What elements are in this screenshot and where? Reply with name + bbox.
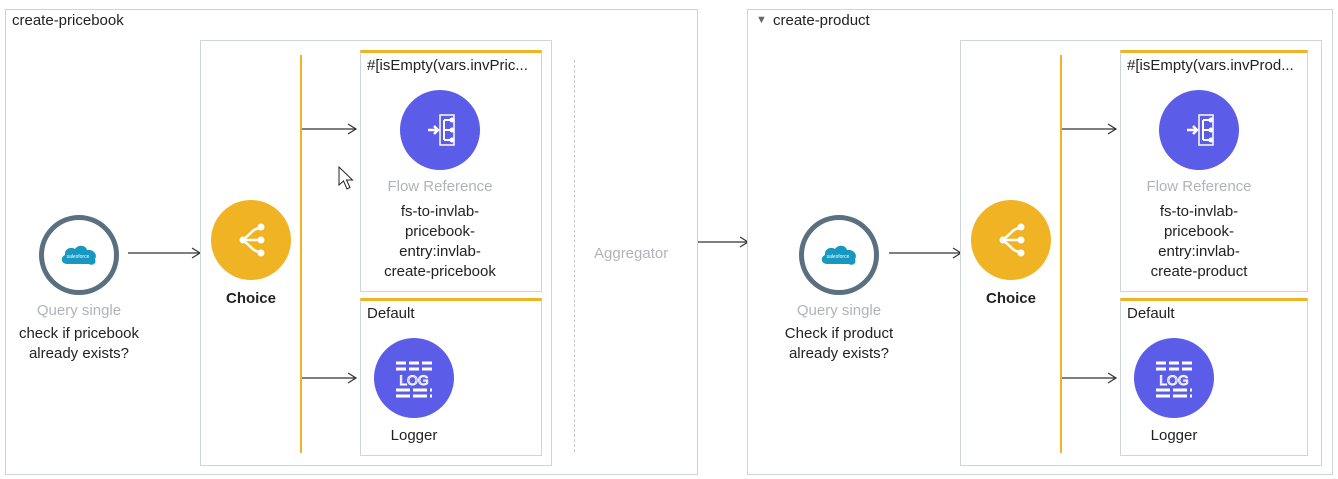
collapse-arrow-icon[interactable]: ▼ bbox=[756, 14, 767, 26]
route-default-label: Default bbox=[367, 305, 415, 322]
salesforce-cloud-icon: salesforce bbox=[61, 245, 96, 265]
arrow-to-route-default bbox=[1062, 372, 1118, 384]
query-type-label: Query single bbox=[796, 302, 882, 319]
choice-branch-line bbox=[300, 55, 302, 453]
arrow-query-to-choice bbox=[889, 247, 963, 259]
arrow-to-route-1 bbox=[302, 123, 358, 135]
choice-node[interactable] bbox=[211, 200, 291, 280]
choice-branch-line bbox=[1060, 55, 1062, 453]
salesforce-text: salesforce bbox=[827, 254, 850, 260]
aggregator-label[interactable]: Aggregator bbox=[594, 245, 668, 262]
query-type-label: Query single bbox=[36, 302, 122, 319]
salesforce-query-node[interactable]: salesforce bbox=[39, 215, 119, 295]
flow-title[interactable]: create-pricebook bbox=[12, 12, 124, 29]
arrow-to-route-default bbox=[302, 372, 358, 384]
flow-reference-icon bbox=[1187, 114, 1214, 146]
branch-icon bbox=[239, 223, 265, 257]
flow-reference-node[interactable] bbox=[400, 90, 480, 170]
choice-label: Choice bbox=[225, 290, 276, 307]
svg-text:LOG: LOG bbox=[399, 372, 429, 388]
branch-icon bbox=[999, 223, 1025, 257]
arrow-query-to-choice bbox=[128, 247, 202, 259]
flow-reference-type-label: Flow Reference bbox=[387, 178, 493, 195]
flow-reference-node[interactable] bbox=[1159, 90, 1239, 170]
salesforce-query-node[interactable]: salesforce bbox=[799, 215, 879, 295]
logger-node[interactable]: LOG bbox=[1134, 338, 1214, 418]
flow-reference-name-label: fs-to-invlab-pricebook-entry:invlab-crea… bbox=[384, 203, 496, 280]
route-default-label: Default bbox=[1127, 305, 1175, 322]
arrow-to-create-product bbox=[698, 236, 750, 248]
route-condition-label: #[isEmpty(vars.invPric... bbox=[367, 57, 528, 74]
flow-reference-icon bbox=[428, 114, 455, 146]
flow-title[interactable]: create-product bbox=[773, 12, 870, 29]
aggregator-separator bbox=[574, 60, 575, 452]
salesforce-text: salesforce bbox=[67, 254, 90, 260]
logger-label: Logger bbox=[390, 427, 438, 444]
mouse-cursor-icon bbox=[338, 166, 354, 190]
query-name-label: Check if product already exists? bbox=[784, 325, 894, 362]
flow-reference-type-label: Flow Reference bbox=[1146, 178, 1252, 195]
arrow-to-route-1 bbox=[1062, 123, 1118, 135]
svg-text:LOG: LOG bbox=[1159, 372, 1189, 388]
salesforce-cloud-icon: salesforce bbox=[821, 245, 856, 265]
logger-label: Logger bbox=[1150, 427, 1198, 444]
choice-node[interactable] bbox=[971, 200, 1051, 280]
choice-label: Choice bbox=[985, 290, 1036, 307]
query-name-label: check if pricebook already exists? bbox=[18, 325, 140, 362]
logger-node[interactable]: LOG bbox=[374, 338, 454, 418]
flow-reference-name-label: fs-to-invlab-pricebook-entry:invlab-crea… bbox=[1150, 203, 1248, 280]
route-condition-label: #[isEmpty(vars.invProd... bbox=[1127, 57, 1294, 74]
logger-icon: LOG bbox=[396, 361, 432, 398]
logger-icon: LOG bbox=[1156, 361, 1192, 398]
